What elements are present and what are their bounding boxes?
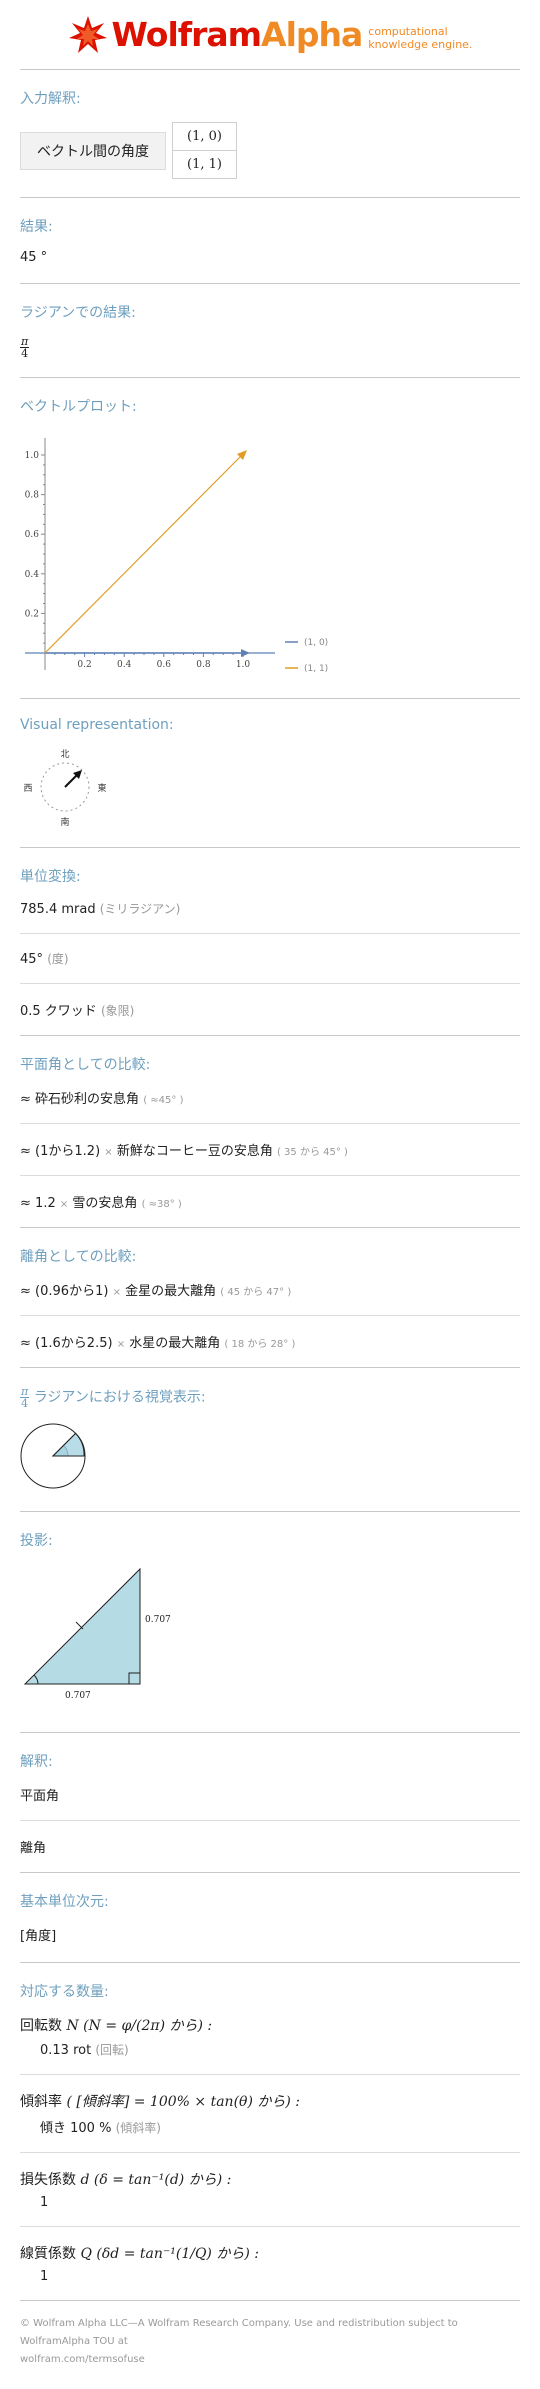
result-title: 結果:: [20, 219, 53, 235]
visual-title: Visual representation:: [20, 717, 174, 733]
y-tick-label: 0.8: [25, 491, 40, 501]
basic-value: [角度]: [20, 1929, 57, 1944]
vector-plot: 0.2 0.4 0.6 0.8 1.0 0.2 0.4 0.6 0.8 1.0 (1, 0) (…: [25, 438, 328, 674]
quantity-item: 回転数 N (N = φ/(2π) から) : 0.13 rot (回転): [20, 2007, 520, 2075]
radian-pod: ラジアンでの結果: π4: [20, 284, 520, 378]
comparison-row: ≈ (1から1.2) × 新鮮なコーヒー豆の安息角 ( 35 から 45° ): [20, 1124, 520, 1176]
corresponding-quantities-pod: 対応する数量: 回転数 N (N = φ/(2π) から) : 0.13 rot…: [20, 1963, 520, 2301]
vector-1-arrowhead: [241, 649, 250, 657]
unit-row: 0.5 クワッド (象限): [20, 1004, 135, 1019]
comparison-row: ≈ (0.96から1) × 金星の最大離角 ( 45 から 47° ): [20, 1272, 520, 1316]
y-tick-label: 1.0: [25, 451, 40, 461]
side-label-horizontal: 0.707: [65, 1691, 91, 1701]
corr-title: 対応する数量:: [20, 1984, 109, 2000]
radian-fraction: π4: [20, 335, 30, 360]
y-tick-label: 0.4: [25, 570, 40, 580]
compass-north: 北: [60, 749, 69, 760]
comparison-row: ≈ (1.6から2.5) × 水星の最大離角 ( 18 から 28° ): [20, 1336, 296, 1351]
quantity-item: 傾斜率 ( [傾斜率] = 100% × tan(θ) から) : 傾き 100…: [20, 2075, 520, 2153]
footer-copyright: © Wolfram Alpha LLC—A Wolfram Research C…: [20, 2318, 458, 2347]
y-tick-label: 0.2: [25, 609, 39, 619]
x-tick-label: 0.4: [117, 660, 132, 670]
spikey-star-icon: [68, 15, 107, 53]
footer: © Wolfram Alpha LLC—A Wolfram Research C…: [20, 2301, 520, 2389]
page: WolframAlpha computational knowledge eng…: [0, 0, 540, 2389]
unit-row: 45° (度): [20, 934, 520, 984]
vector-plot-pod: ベクトルプロット: 0.2 0.4 0.6 0.8 1.0 0.2 0.4 0.6 0.8 1.…: [20, 378, 520, 699]
interp-item: 離角: [20, 1841, 47, 1856]
unit-row: 785.4 mrad (ミリラジアン): [20, 892, 520, 934]
vector-1: (1, 0): [187, 129, 222, 144]
radian-title: ラジアンでの結果:: [20, 305, 136, 321]
projection-title: 投影:: [20, 1533, 53, 1549]
header: WolframAlpha computational knowledge eng…: [20, 0, 520, 70]
radian-circle-diagram: [20, 1423, 86, 1489]
input-pod: 入力解釈: ベクトル間の角度 (1, 0) (1, 1): [20, 70, 520, 198]
legend-label-2: (1, 1): [304, 664, 328, 674]
compass-diagram: 北 南 東 西: [23, 749, 106, 828]
legend-label-1: (1, 0): [304, 638, 328, 648]
comparison-row: ≈ 砕石砂利の安息角 ( ≈45° ): [20, 1080, 520, 1124]
y-tick-label: 0.6: [25, 530, 40, 540]
result-pod: 結果: 45 °: [20, 198, 520, 284]
planar-comparison-pod: 平面角としての比較: ≈ 砕石砂利の安息角 ( ≈45° ) ≈ (1から1.2…: [20, 1036, 520, 1228]
hypotenuse-tick: [75, 1621, 84, 1630]
planar-title: 平面角としての比較:: [20, 1057, 151, 1073]
unit-conversion-pod: 単位変換: 785.4 mrad (ミリラジアン) 45° (度) 0.5 クワ…: [20, 848, 520, 1036]
quantity-item: 線質係数 Q (δd = tan⁻¹(1/Q) から) : 1: [20, 2246, 259, 2284]
interp-item: 平面角: [20, 1777, 520, 1821]
x-tick-label: 0.6: [157, 660, 172, 670]
vector-2: (1, 1): [173, 150, 236, 178]
compass-east: 東: [97, 782, 106, 794]
radian-visual-pod: π4 ラジアンにおける視覚表示:: [20, 1368, 520, 1512]
vector-matrix: (1, 0) (1, 1): [172, 122, 237, 179]
input-label: ベクトル間の角度: [20, 131, 166, 170]
projection-pod: 投影: 0.707 0.707: [20, 1512, 520, 1733]
quantity-item: 損失係数 d (δ = tan⁻¹(d) から) : 1: [20, 2153, 520, 2227]
logo-wordmark: WolframAlpha: [111, 15, 364, 54]
interpretation-pod: 解釈: 平面角 離角: [20, 1733, 520, 1873]
elongation-title: 離角としての比較:: [20, 1249, 137, 1265]
interp-title: 解釈:: [20, 1754, 53, 1770]
wolfram-alpha-logo[interactable]: WolframAlpha computational knowledge eng…: [68, 15, 473, 55]
compass-south: 南: [60, 816, 69, 828]
x-tick-label: 1.0: [236, 660, 251, 670]
compass-west: 西: [23, 783, 32, 794]
elongation-comparison-pod: 離角としての比較: ≈ (0.96から1) × 金星の最大離角 ( 45 から …: [20, 1228, 520, 1368]
x-tick-label: 0.2: [77, 660, 91, 670]
plot-title: ベクトルプロット:: [20, 399, 137, 415]
result-value: 45 °: [20, 250, 48, 265]
projection-triangle: 0.707 0.707: [23, 1567, 171, 1701]
comparison-row: ≈ 1.2 × 雪の安息角 ( ≈38° ): [20, 1196, 182, 1211]
input-title: 入力解釈:: [20, 91, 81, 107]
visual-pod: Visual representation: 北 南 東 西: [20, 699, 520, 848]
side-label-vertical: 0.707: [145, 1615, 171, 1625]
footer-terms-link[interactable]: wolfram.com/termsofuse: [20, 2351, 520, 2369]
logo-tagline: computational knowledge engine.: [368, 24, 473, 51]
vector-2-arrow: [44, 455, 242, 654]
basic-dimension-pod: 基本単位次元: [角度]: [20, 1873, 520, 1963]
units-title: 単位変換:: [20, 869, 81, 885]
radian-visual-fraction: π4: [20, 1385, 30, 1410]
triangle-shape: [23, 1567, 141, 1685]
basic-title: 基本単位次元:: [20, 1894, 109, 1910]
radian-visual-title: π4 ラジアンにおける視覚表示:: [20, 1385, 206, 1410]
x-tick-label: 0.8: [196, 660, 211, 670]
